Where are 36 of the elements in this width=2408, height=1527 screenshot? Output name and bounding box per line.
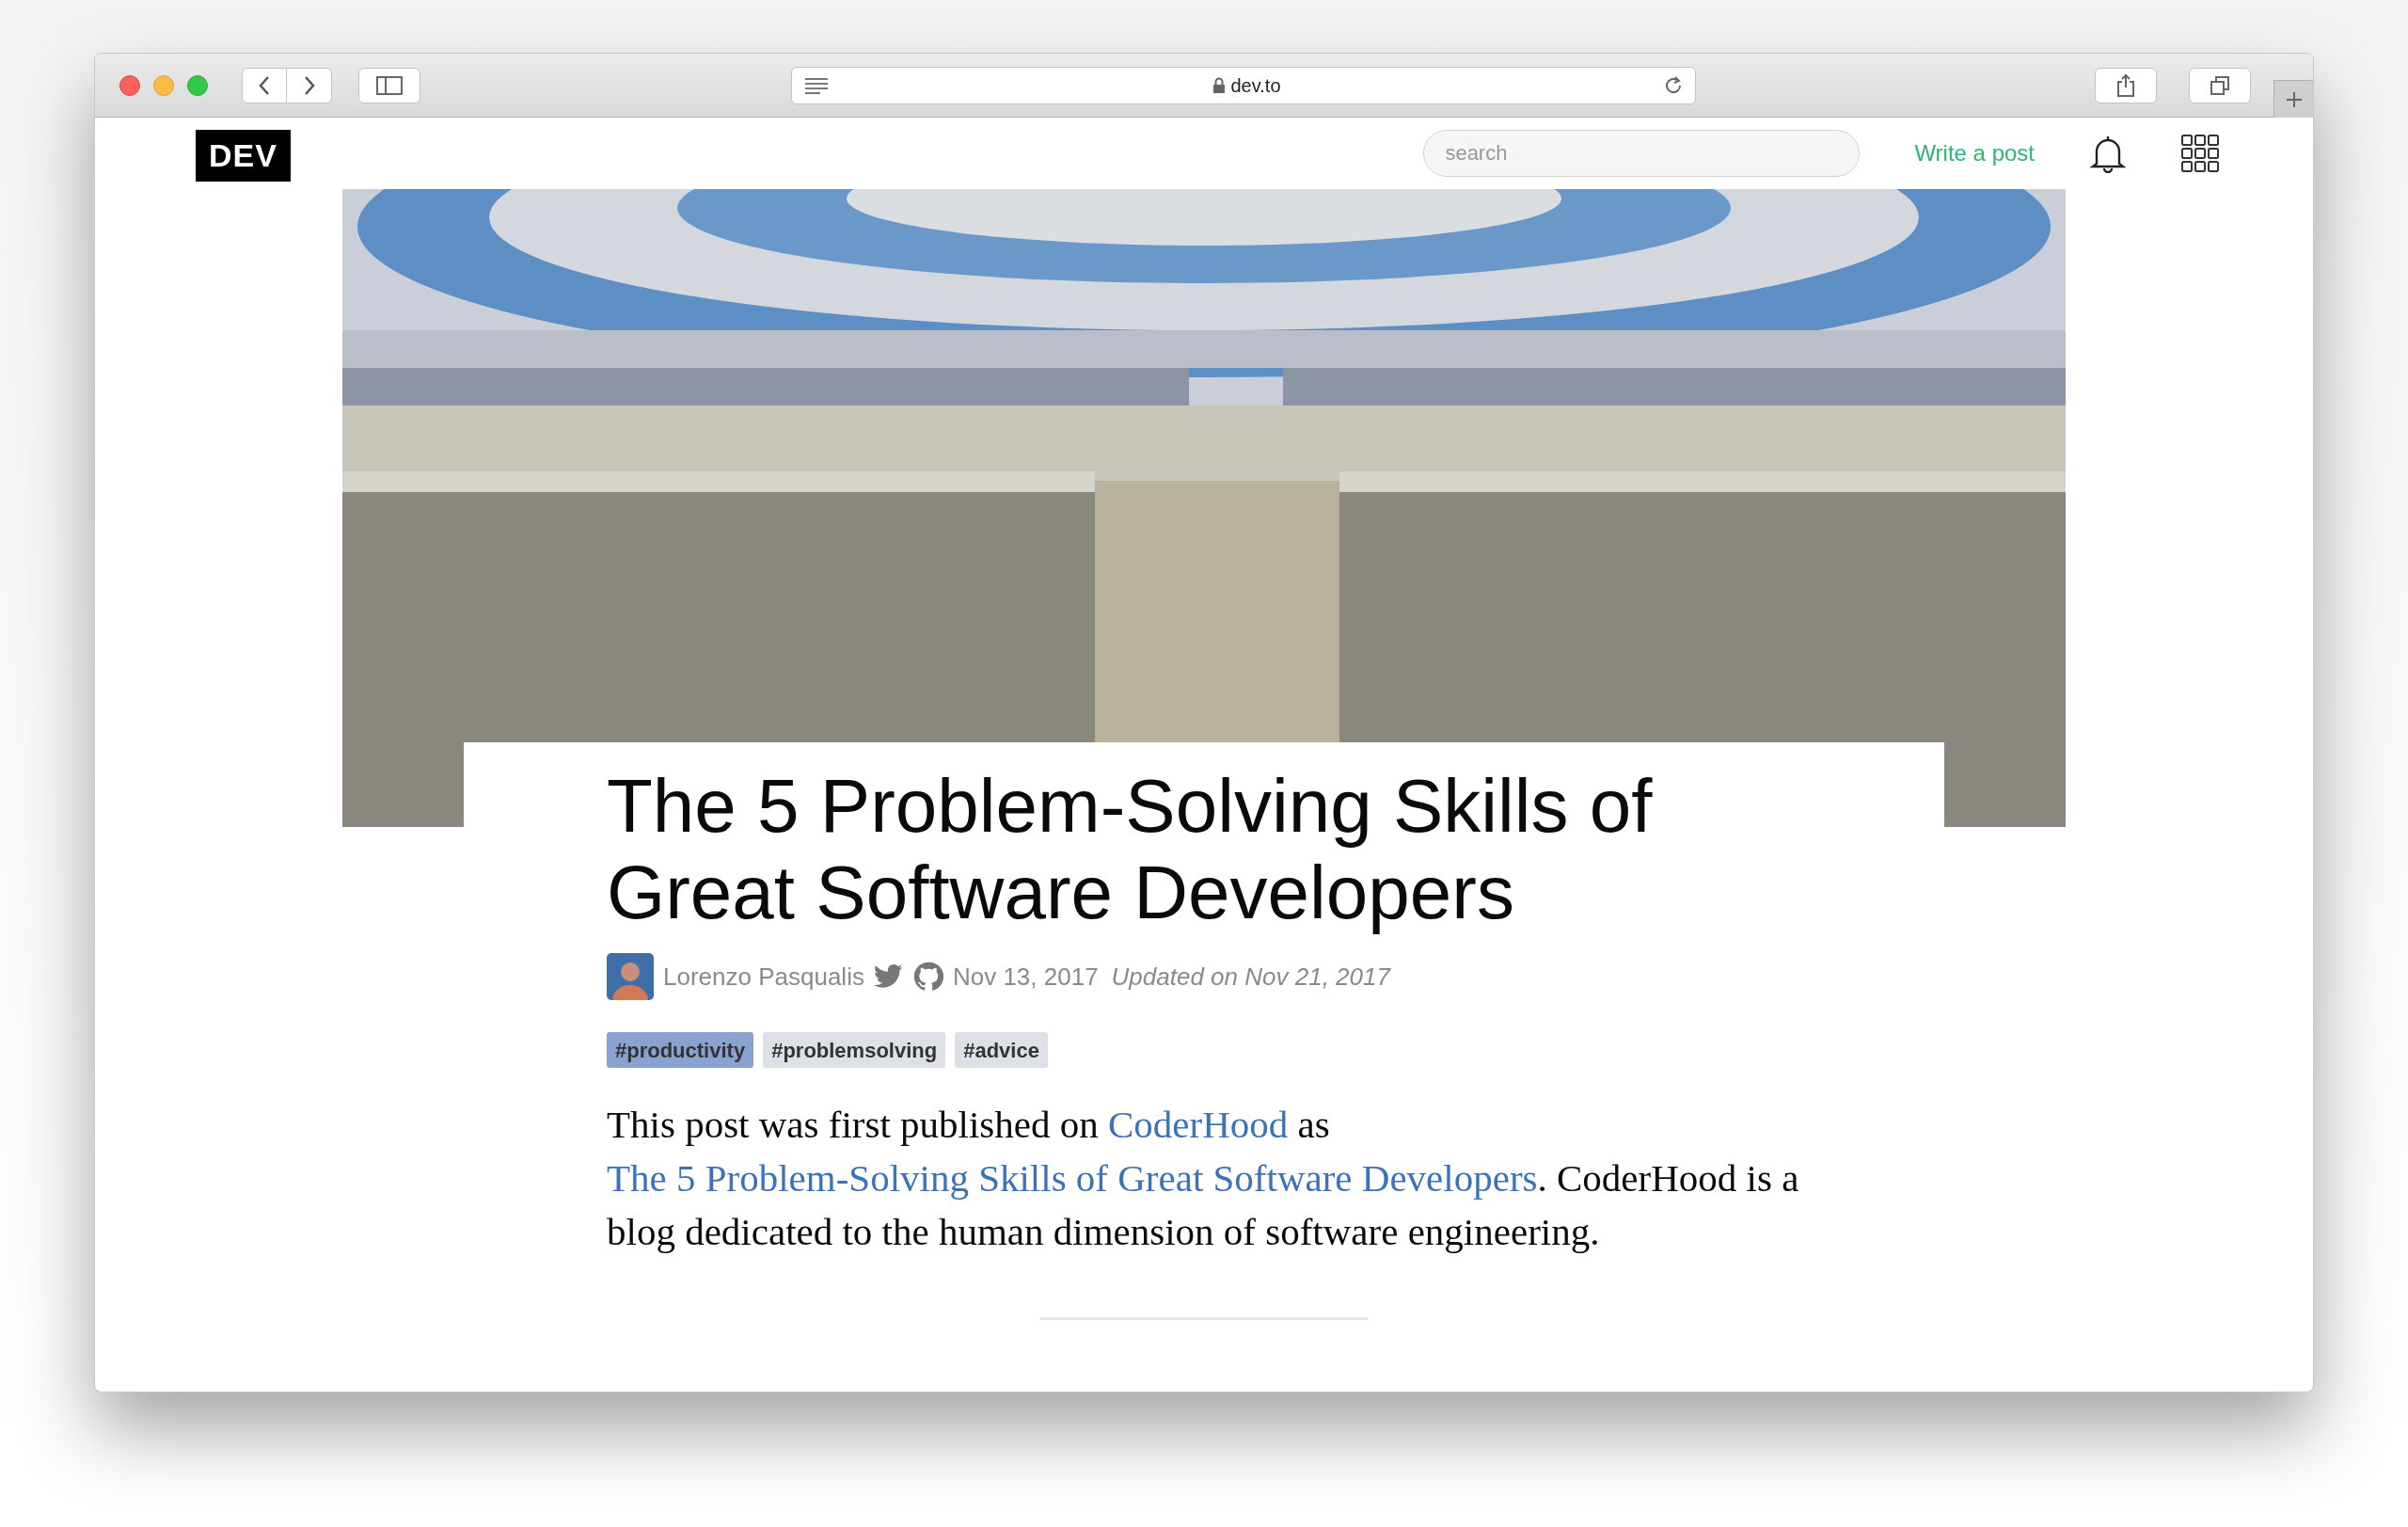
lock-icon [1212,76,1226,94]
reload-icon[interactable] [1663,74,1684,96]
bird-icon[interactable] [873,963,904,990]
sidebar-icon [376,75,403,95]
avatar-icon [607,953,654,1000]
new-tab-button[interactable] [2273,80,2313,118]
share-button[interactable] [2095,67,2157,103]
chevron-right-icon [302,74,316,96]
tabs-icon [2210,74,2230,96]
article-title: The 5 Problem-Solving Skills of Great Software Developers [607,763,1654,936]
reader-icon[interactable] [803,76,830,94]
write-post-link[interactable]: Write a post [1914,136,2035,170]
back-button[interactable] [242,67,287,103]
address-bar[interactable]: dev.to [791,66,1696,104]
grid-menu-icon[interactable] [2181,135,2219,172]
bell-icon[interactable] [2089,134,2127,173]
tag-link[interactable]: #productivity [607,1032,754,1068]
tag-link[interactable]: #problemsolving [763,1032,946,1068]
address-text: dev.to [1230,73,1281,98]
plus-icon [2284,89,2304,109]
article-link[interactable]: CoderHood [1108,1103,1289,1146]
search-field[interactable]: search [1423,130,1861,177]
forward-button[interactable] [287,67,332,103]
article-link[interactable]: The 5 Problem-Solving Skills of Great Software Developers [607,1156,1538,1200]
sidebar-button[interactable] [358,67,420,103]
post-date: Nov 13, 2017 [952,961,1099,993]
close-window-icon[interactable] [119,74,140,96]
share-icon [2116,72,2135,98]
tabs-button[interactable] [2189,67,2251,103]
chevron-left-icon [258,74,271,96]
dev-logo[interactable]: DEV [196,129,291,182]
octocat-icon[interactable] [912,962,943,992]
updated-date: Updated on Nov 21, 2017 [1111,961,1390,993]
tag-link[interactable]: #advice [955,1032,1048,1068]
intro-paragraph: This post was first published on CoderHood as The 5 Problem-Solving Skills of Great Software Developers. CoderHood is a blog dedicated to the human dimension of software engineering. [607,1102,1800,1255]
author-name[interactable]: Lorenzo Pasqualis [663,958,864,995]
